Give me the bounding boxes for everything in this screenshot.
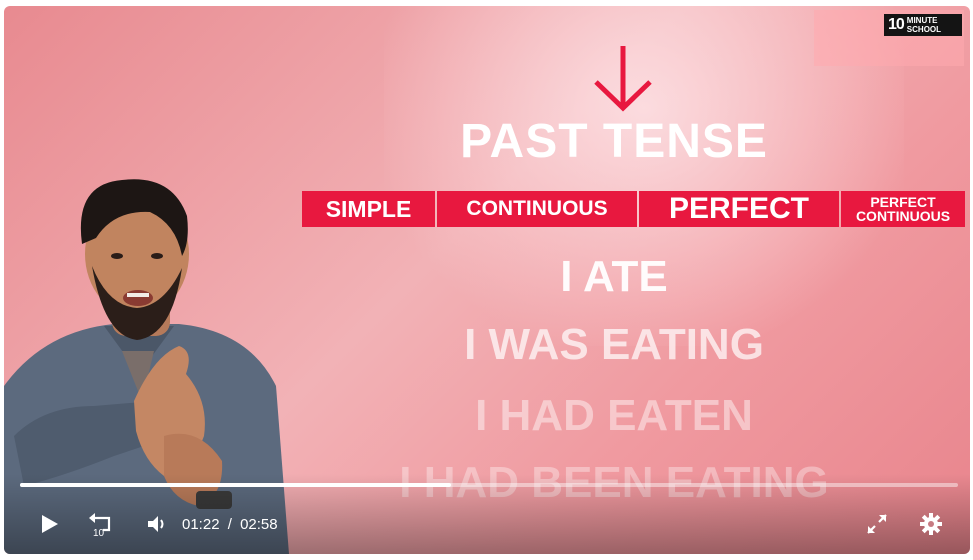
tab-perfect-continuous-line1: PERFECT (870, 194, 936, 210)
tense-tabs: SIMPLE CONTINUOUS PERFECT PERFECT CONTIN… (302, 191, 965, 227)
logo-number: 10 (888, 16, 905, 33)
slide-title: PAST TENSE (460, 115, 768, 168)
sentence-perfect: I HAD EATEN (475, 391, 753, 440)
fullscreen-button[interactable] (862, 509, 892, 539)
tab-simple: SIMPLE (302, 191, 435, 227)
time-display: 01:22 / 02:58 (182, 516, 278, 533)
sentence-simple: I ATE (560, 252, 668, 301)
tab-continuous: CONTINUOUS (437, 191, 637, 227)
gear-icon (920, 513, 942, 535)
tab-perfect-continuous: PERFECT CONTINUOUS (841, 191, 965, 227)
presenter-figure (4, 179, 289, 554)
fullscreen-icon (867, 514, 887, 534)
volume-button[interactable] (142, 509, 172, 539)
speaker-icon (148, 516, 164, 532)
tab-perfect-continuous-line2: CONTINUOUS (855, 208, 951, 224)
logo-line1: MINUTE (906, 16, 938, 25)
down-arrow-icon (594, 46, 652, 112)
play-button[interactable] (34, 509, 64, 539)
video-player[interactable]: 10 MINUTE SCHOOL PAST TENSE SIMPLE CONTI… (4, 6, 970, 554)
brand-logo: 10 MINUTE SCHOOL (884, 14, 962, 36)
replay-seconds: 10 (93, 528, 105, 538)
tab-perfect: PERFECT (639, 191, 839, 227)
progress-bar[interactable] (20, 483, 958, 487)
sentence-continuous: I WAS EATING (464, 320, 764, 369)
play-icon (42, 515, 58, 533)
duration: 02:58 (240, 516, 278, 533)
time-separator: / (227, 516, 232, 533)
logo-line2: SCHOOL (906, 25, 942, 34)
replay-10-button[interactable]: 10 (86, 509, 116, 539)
current-time: 01:22 (182, 516, 220, 533)
progress-fill (20, 483, 452, 487)
settings-button[interactable] (916, 509, 946, 539)
replay-icon: 10 (89, 513, 111, 538)
